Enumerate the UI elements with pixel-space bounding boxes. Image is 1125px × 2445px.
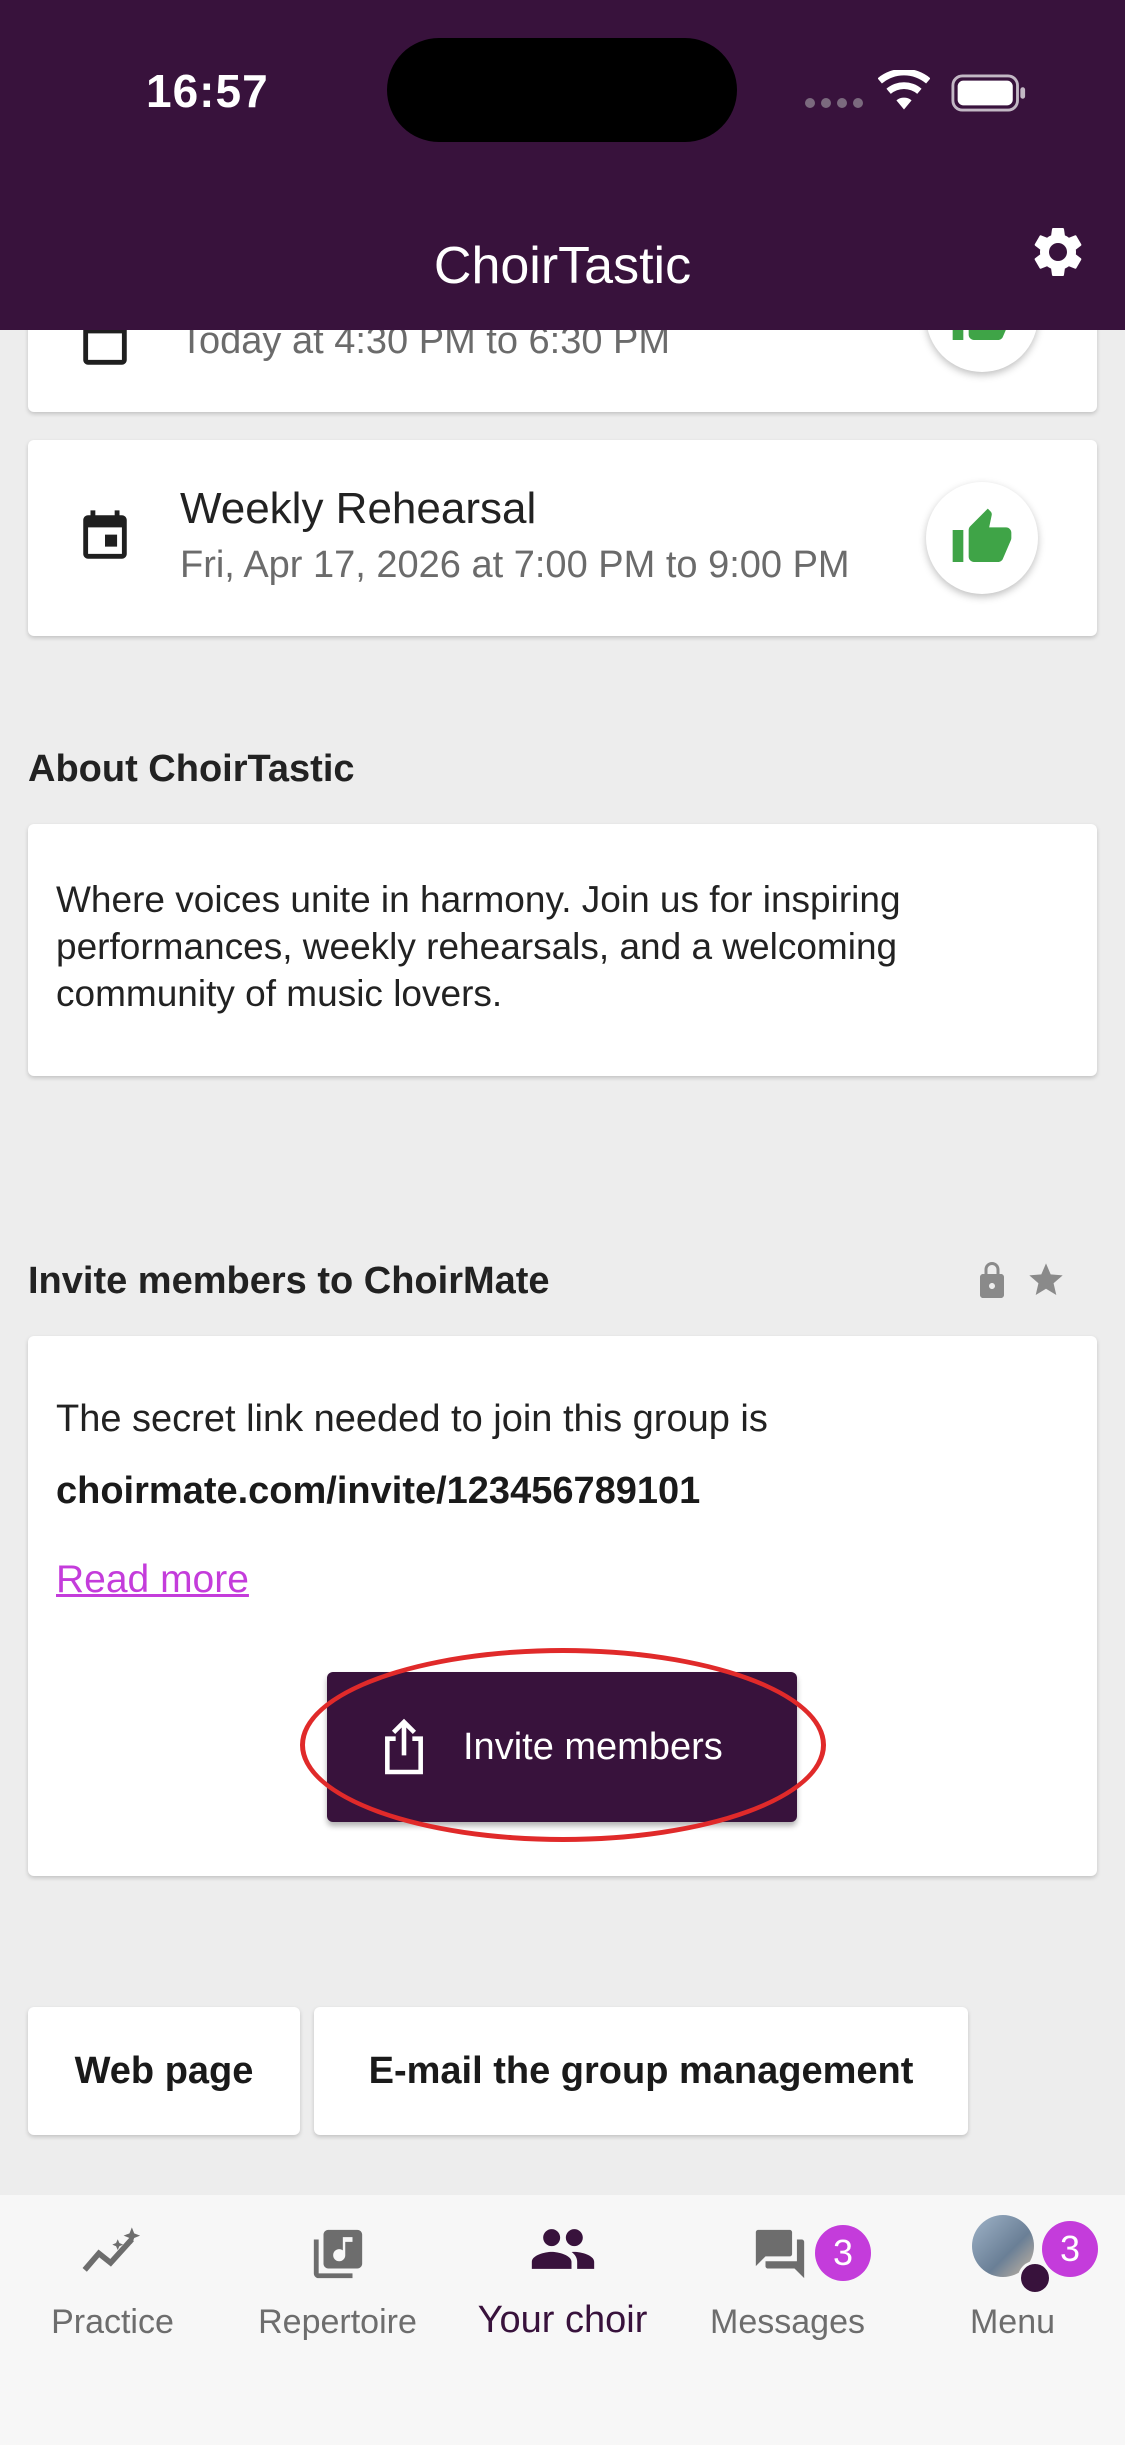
practice-icon	[82, 2227, 140, 2272]
nav-your-choir[interactable]: Your choir	[450, 2195, 675, 2345]
lock-icon	[980, 1262, 1004, 1298]
nav-repertoire[interactable]: Repertoire	[225, 2195, 450, 2345]
star-icon[interactable]	[1026, 1260, 1066, 1300]
share-icon	[385, 1718, 423, 1775]
invite-members-button[interactable]: Invite members	[327, 1672, 797, 1822]
nav-label: Repertoire	[258, 2303, 417, 2341]
group-icon	[531, 2229, 594, 2269]
read-more-link[interactable]: Read more	[56, 1558, 249, 1602]
about-text: Where voices unite in harmony. Join us f…	[56, 879, 901, 1014]
event-title: Weekly Rehearsal	[180, 484, 537, 533]
nav-practice[interactable]: Practice	[0, 2195, 225, 2345]
nav-label: Practice	[51, 2303, 174, 2341]
event-card-2[interactable]: Weekly Rehearsal Fri, Apr 17, 2026 at 7:…	[28, 440, 1097, 636]
email-management-button[interactable]: E-mail the group management	[314, 2007, 968, 2135]
messages-badge: 3	[815, 2225, 871, 2281]
bottom-navigation: Practice Repertoire Your choir 3 Message…	[0, 2195, 1125, 2445]
messages-icon	[755, 2229, 804, 2279]
nav-label: Messages	[710, 2303, 865, 2341]
like-button[interactable]	[926, 482, 1038, 594]
event-time: Fri, Apr 17, 2026 at 7:00 PM to 9:00 PM	[180, 544, 850, 586]
wifi-icon	[878, 70, 930, 110]
invite-link[interactable]: choirmate.com/invite/123456789101	[56, 1470, 700, 1513]
invite-button-label: Invite members	[463, 1725, 723, 1768]
invite-card: The secret link needed to join this grou…	[28, 1336, 1097, 1876]
battery-icon	[951, 74, 1026, 112]
about-card: Where voices unite in harmony. Join us f…	[28, 824, 1097, 1076]
cellular-signal-icon	[805, 98, 863, 108]
thumbs-up-icon	[952, 508, 1012, 562]
dynamic-island	[387, 38, 737, 142]
gear-icon[interactable]	[1028, 222, 1088, 282]
calendar-icon	[83, 510, 127, 559]
nav-menu[interactable]: 3 Menu	[900, 2195, 1125, 2345]
invite-heading: Invite members to ChoirMate	[28, 1260, 550, 1302]
repertoire-icon	[313, 2229, 362, 2279]
page-title: ChoirTastic	[433, 237, 692, 295]
nav-label: Your choir	[477, 2299, 648, 2341]
invite-text: The secret link needed to join this grou…	[56, 1398, 768, 1440]
app-header: 16:57 ChoirTastic	[0, 0, 1125, 330]
nav-label: Menu	[969, 2303, 1056, 2341]
nav-messages[interactable]: 3 Messages	[675, 2195, 900, 2345]
about-heading: About ChoirTastic	[28, 748, 355, 790]
menu-badge: 3	[1042, 2221, 1098, 2277]
web-page-button[interactable]: Web page	[28, 2007, 300, 2135]
status-time: 16:57	[146, 65, 269, 117]
